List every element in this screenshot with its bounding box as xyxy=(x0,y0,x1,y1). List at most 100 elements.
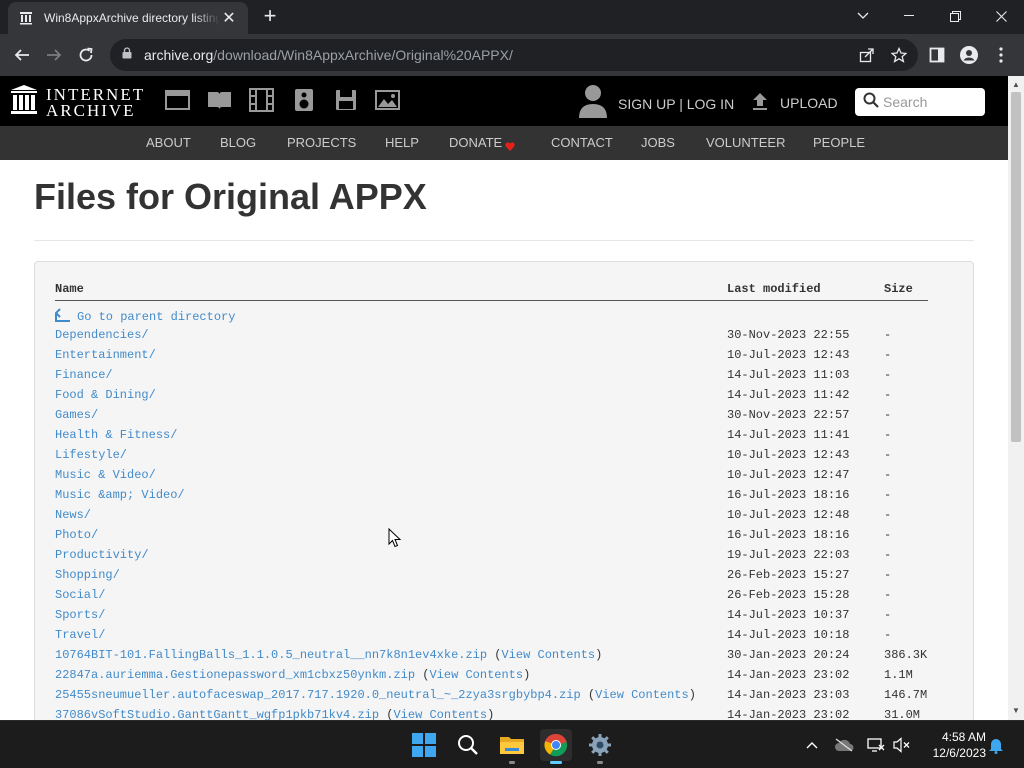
folder-link[interactable]: Social/ xyxy=(55,588,105,602)
view-contents-link[interactable]: View Contents xyxy=(595,688,689,702)
listing-header-row: Name Last modified Size xyxy=(55,282,935,302)
listing-row: 25455sneumueller.autofaceswap_2017.717.1… xyxy=(55,688,935,708)
scroll-up-arrow-icon[interactable]: ▲ xyxy=(1008,78,1024,92)
url-text: archive.org/download/Win8AppxArchive/Ori… xyxy=(144,47,513,63)
parent-directory-link[interactable]: Go to parent directory xyxy=(54,308,235,326)
system-clock[interactable]: 4:58 AM 12/6/2023 xyxy=(918,729,986,761)
scroll-thumb[interactable] xyxy=(1011,92,1021,442)
nav-people[interactable]: PEOPLE xyxy=(813,135,865,150)
file-link[interactable]: 37086vSoftStudio.GanttGantt_wgfp1pkb71kv… xyxy=(55,708,379,720)
listing-row: Food & Dining/14-Jul-2023 11:42 - xyxy=(55,388,935,408)
view-contents-link[interactable]: View Contents xyxy=(429,668,523,682)
nav-help[interactable]: HELP xyxy=(385,135,419,150)
user-menu[interactable]: SIGN UP | LOG IN xyxy=(578,84,734,123)
search-input[interactable] xyxy=(883,94,978,110)
header-name[interactable]: Name xyxy=(55,282,84,296)
restore-button[interactable] xyxy=(932,0,978,32)
folder-link[interactable]: Photo/ xyxy=(55,528,98,542)
folder-link[interactable]: Music &amp; Video/ xyxy=(55,488,185,502)
folder-link[interactable]: Shopping/ xyxy=(55,568,120,582)
web-icon[interactable] xyxy=(165,88,190,112)
file-link[interactable]: 22847a.auriemma.Gestionepassword_xm1cbxz… xyxy=(55,668,415,682)
listing-row: Lifestyle/10-Jul-2023 12:43 - xyxy=(55,448,935,468)
scroll-down-arrow-icon[interactable]: ▼ xyxy=(1008,704,1024,718)
browser-tab[interactable]: Win8AppxArchive directory listing ✕ xyxy=(8,2,248,34)
folder-link[interactable]: Health & Fitness/ xyxy=(55,428,177,442)
ia-topbar: INTERNET ARCHIVE SIGN UP | LOG IN UPLOAD xyxy=(0,76,1008,126)
lock-icon[interactable] xyxy=(122,46,132,64)
file-link[interactable]: 10764BIT-101.FallingBalls_1.1.0.5_neutra… xyxy=(55,648,487,662)
folder-link[interactable]: Finance/ xyxy=(55,368,113,382)
entry-name-cell: Finance/ xyxy=(55,368,113,382)
tab-title: Win8AppxArchive directory listing xyxy=(44,11,220,25)
software-floppy-icon[interactable] xyxy=(333,88,358,112)
notification-bell-icon[interactable] xyxy=(986,735,1006,755)
audio-speaker-icon[interactable] xyxy=(291,88,316,112)
upload-link[interactable]: UPLOAD xyxy=(750,91,838,114)
active-indicator xyxy=(550,761,562,764)
nav-blog[interactable]: BLOG xyxy=(220,135,256,150)
images-icon[interactable] xyxy=(375,88,400,112)
video-film-icon[interactable] xyxy=(249,88,274,112)
tab-search-chevron-down-icon[interactable] xyxy=(840,0,886,32)
page-scrollbar[interactable]: ▲ ▼ xyxy=(1008,76,1024,720)
folder-link[interactable]: Productivity/ xyxy=(55,548,149,562)
view-contents-link[interactable]: View Contents xyxy=(393,708,487,720)
file-link[interactable]: 25455sneumueller.autofaceswap_2017.717.1… xyxy=(55,688,581,702)
entry-date-cell: 14-Jul-2023 10:37 xyxy=(727,608,850,622)
share-icon[interactable] xyxy=(856,44,878,66)
folder-link[interactable]: Food & Dining/ xyxy=(55,388,156,402)
settings-icon[interactable] xyxy=(584,729,616,764)
chevron-up-icon[interactable] xyxy=(802,735,822,755)
page-title: Files for Original APPX xyxy=(34,176,427,217)
volume-muted-icon[interactable] xyxy=(892,735,912,755)
profile-icon[interactable] xyxy=(958,44,980,66)
chrome-icon[interactable] xyxy=(540,729,572,764)
bookmark-star-icon[interactable] xyxy=(888,44,910,66)
signup-login-link[interactable]: SIGN UP | LOG IN xyxy=(618,96,734,112)
nav-contact[interactable]: CONTACT xyxy=(551,135,613,150)
folder-link[interactable]: News/ xyxy=(55,508,91,522)
texts-book-icon[interactable] xyxy=(207,88,232,112)
listing-row: Productivity/19-Jul-2023 22:03 - xyxy=(55,548,935,568)
nav-jobs[interactable]: JOBS xyxy=(641,135,675,150)
nav-projects[interactable]: PROJECTS xyxy=(287,135,356,150)
folder-link[interactable]: Dependencies/ xyxy=(55,328,149,342)
entry-date-cell: 26-Feb-2023 15:28 xyxy=(727,588,850,602)
header-last-modified[interactable]: Last modified xyxy=(727,282,821,296)
nav-donate[interactable]: DONATE xyxy=(449,135,502,150)
minimize-button[interactable] xyxy=(886,0,932,32)
folder-link[interactable]: Travel/ xyxy=(55,628,105,642)
header-size[interactable]: Size xyxy=(884,282,913,296)
entry-name-cell: 37086vSoftStudio.GanttGantt_wgfp1pkb71kv… xyxy=(55,708,495,720)
folder-link[interactable]: Games/ xyxy=(55,408,98,422)
tab-close-icon[interactable]: ✕ xyxy=(220,8,238,28)
entry-date-cell: 10-Jul-2023 12:48 xyxy=(727,508,850,522)
menu-kebab-icon[interactable] xyxy=(990,44,1012,66)
ia-search-box[interactable] xyxy=(855,88,985,116)
entry-name-cell: Food & Dining/ xyxy=(55,388,156,402)
new-tab-button[interactable]: + xyxy=(258,5,282,29)
search-icon[interactable] xyxy=(452,729,484,761)
media-type-icons xyxy=(165,88,400,112)
folder-link[interactable]: Entertainment/ xyxy=(55,348,156,362)
back-arrow-icon[interactable] xyxy=(6,39,38,71)
nav-volunteer[interactable]: VOLUNTEER xyxy=(706,135,785,150)
file-explorer-icon[interactable] xyxy=(496,729,528,764)
internet-archive-logo[interactable]: INTERNET ARCHIVE xyxy=(10,84,145,121)
folder-link[interactable]: Sports/ xyxy=(55,608,105,622)
folder-link[interactable]: Lifestyle/ xyxy=(55,448,127,462)
reload-icon[interactable] xyxy=(70,39,102,71)
start-icon[interactable] xyxy=(408,729,440,761)
network-monitor-icon[interactable] xyxy=(866,735,886,755)
entry-size-cell: - xyxy=(884,428,892,442)
nav-about[interactable]: ABOUT xyxy=(146,135,191,150)
onedrive-cloud-icon[interactable] xyxy=(834,735,854,755)
address-bar[interactable]: archive.org/download/Win8AppxArchive/Ori… xyxy=(110,39,918,71)
entry-date-cell: 14-Jan-2023 23:02 xyxy=(727,668,850,682)
side-panel-icon[interactable] xyxy=(926,44,948,66)
folder-link[interactable]: Music & Video/ xyxy=(55,468,156,482)
view-contents-link[interactable]: View Contents xyxy=(501,648,595,662)
forward-arrow-icon[interactable] xyxy=(38,39,70,71)
close-window-button[interactable] xyxy=(978,0,1024,32)
